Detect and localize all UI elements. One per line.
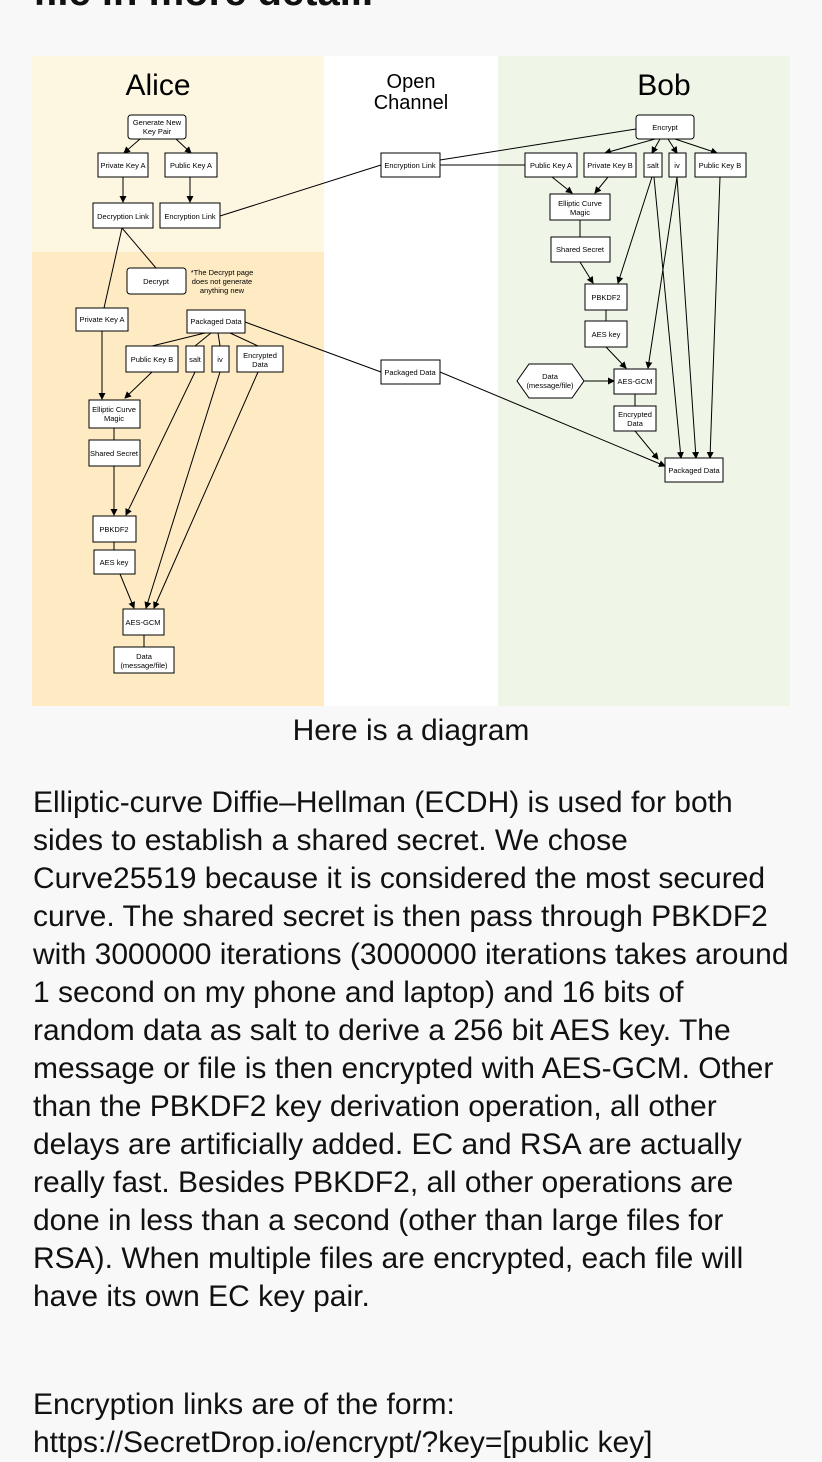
alice-private-key-a-2-label: Private Key A [79,315,124,324]
alice-data-label-2: (message/file) [120,661,168,670]
bob-ecm-label-1: Elliptic Curve [558,199,602,208]
bob-ecm-label-2: Magic [570,208,590,217]
alice-aes-key-label: AES key [100,558,129,567]
alice-public-key-b-label: Public Key B [131,355,174,364]
bob-public-key-a-label: Public Key A [530,161,572,170]
bob-private-key-b-label: Private Key B [587,161,632,170]
alice-decrypt-note-2: does not generate [192,277,252,286]
encryption-flow-diagram: Alice Open Channel Bob Generate New Key … [0,0,822,710]
alice-private-key-a-label: Private Key A [100,161,145,170]
alice-aes-gcm-label: AES-GCM [125,618,160,627]
bob-encrypted-data-label-2: Data [627,419,644,428]
alice-iv-label: iv [217,355,223,364]
bob-pbkdf2-label: PBKDF2 [591,293,620,302]
bob-encrypted-data-label-1: Encrypted [618,410,652,419]
bob-encrypt-label: Encrypt [652,123,678,132]
bob-public-key-b-label: Public Key B [699,161,742,170]
alice-encrypted-data-label-2: Data [252,360,269,369]
channel-packaged-data-label: Packaged Data [384,368,436,377]
bob-aes-key-label: AES key [592,330,621,339]
encryption-link-format: Encryption links are of the form: https:… [33,1386,813,1462]
alice-data-label-1: Data [136,652,153,661]
alice-decryption-link-label: Decryption Link [97,212,149,221]
alice-salt-label: salt [189,355,202,364]
alice-decrypt-label: Decrypt [143,277,170,286]
alice-packaged-data-label: Packaged Data [190,317,242,326]
channel-lane-title-line2: Channel [374,92,449,114]
alice-ecm-label-1: Elliptic Curve [92,405,136,414]
diagram-caption: Here is a diagram [292,714,530,747]
alice-generate-key-pair-label-1: Generate New [133,118,182,127]
channel-encryption-link-label: Encryption Link [384,161,436,170]
bob-shared-secret-label: Shared Secret [556,245,605,254]
ecdh-explanation-paragraph: Elliptic-curve Diffie–Hellman (ECDH) is … [33,786,789,1313]
alice-encryption-link-label: Encryption Link [164,212,216,221]
alice-lane-title: Alice [125,69,190,102]
alice-decrypt-note-3: anything new [200,286,245,295]
bob-aes-gcm-label: AES-GCM [617,377,652,386]
bob-data-label-1: Data [542,372,559,381]
bob-salt-label: salt [647,161,660,170]
bob-iv-label: iv [674,161,680,170]
alice-public-key-a-label: Public Key A [170,161,212,170]
link-format-intro: Encryption links are of the form: [33,1388,455,1421]
bob-lane-title: Bob [637,69,690,102]
alice-generate-key-pair-label-2: Key Pair [143,127,172,136]
alice-pbkdf2-label: PBKDF2 [99,525,128,534]
alice-ecm-label-2: Magic [104,414,124,423]
link-format-url: https://SecretDrop.io/encrypt/?key=[publ… [33,1426,653,1459]
bob-data-label-2: (message/file) [526,381,574,390]
alice-encrypted-data-label-1: Encrypted [243,351,277,360]
alice-decrypt-note-1: *The Decrypt page [191,268,254,277]
alice-shared-secret-label: Shared Secret [90,449,139,458]
bob-packaged-data-label: Packaged Data [668,466,720,475]
channel-lane-title-line1: Open [387,71,436,93]
